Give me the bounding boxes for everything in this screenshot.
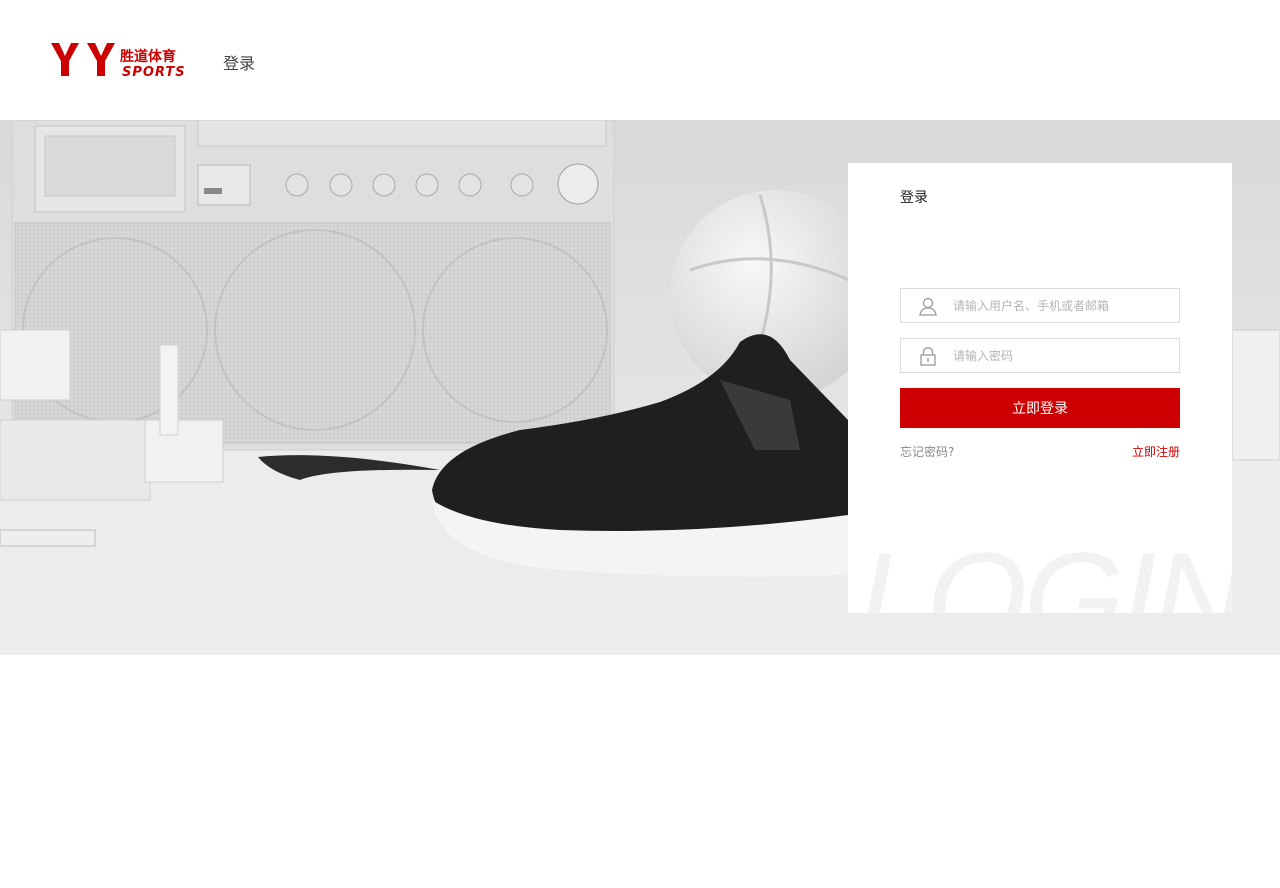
logo-en-text: SPORTS [122, 65, 186, 80]
login-title: 登录 [900, 190, 928, 206]
password-field[interactable] [900, 338, 1180, 373]
login-panel: LOGIN 登录 立即登录 忘记密码? 立即注册 [848, 163, 1232, 613]
forgot-password-link[interactable]: 忘记密码? [900, 443, 954, 460]
page-title: 登录 [223, 54, 256, 73]
brand-logo[interactable]: 胜道体育 SPORTS [50, 40, 190, 80]
login-button[interactable]: 立即登录 [900, 388, 1180, 428]
logo-cn-text: 胜道体育 [120, 48, 176, 65]
username-input[interactable] [953, 289, 1173, 322]
lock-icon [920, 347, 936, 366]
user-icon [919, 297, 937, 316]
username-field[interactable] [900, 288, 1180, 323]
register-link[interactable]: 立即注册 [1132, 443, 1180, 460]
login-watermark: LOGIN [858, 525, 1232, 613]
site-header: 胜道体育 SPORTS 登录 [0, 0, 1280, 120]
password-input[interactable] [953, 339, 1173, 372]
